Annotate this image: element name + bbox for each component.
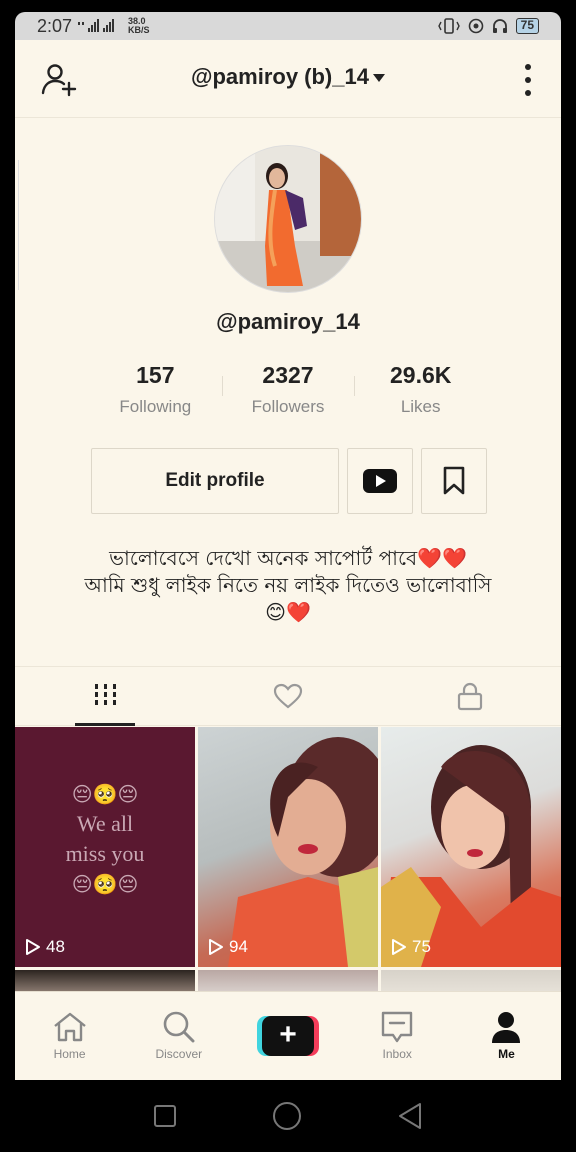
at-icon <box>468 18 483 34</box>
avatar-image <box>215 146 361 292</box>
bio-line: আমি শুধু লাইক নিতে নয় লাইক দিতেও ভালোবা… <box>84 573 492 597</box>
bio-line: ভালোবেসে দেখো অনেক সাপোর্ট পাবে❤️❤️ <box>109 546 467 570</box>
following-count: 157 <box>136 362 175 388</box>
person-icon <box>492 1012 521 1043</box>
nav-create[interactable]: + <box>233 992 342 1080</box>
followers-label: Followers <box>251 397 325 416</box>
nav-home[interactable]: Home <box>15 992 124 1080</box>
video-thumbnail[interactable]: 94 <box>198 727 378 967</box>
profile-tabs <box>15 666 561 726</box>
likes-label: Likes <box>400 397 441 416</box>
more-options-icon[interactable] <box>523 64 533 96</box>
video-thumbnail[interactable] <box>15 970 195 992</box>
favorites-button[interactable] <box>421 448 487 514</box>
status-bar: 2:07 38.0 KB/S 75 <box>15 12 561 40</box>
headphones-icon <box>492 19 507 33</box>
likes-count: 29.6K <box>389 362 452 388</box>
video-thumbnail[interactable] <box>381 970 561 992</box>
battery-indicator: 75 <box>515 18 539 34</box>
play-icon <box>26 939 40 955</box>
profile-stats: 157 Following 2327 Followers 29.6K Likes <box>89 362 487 422</box>
likes-stat[interactable]: 29.6K Likes <box>354 362 487 422</box>
caret-down-icon <box>372 74 385 83</box>
bookmark-icon <box>443 466 465 495</box>
followers-stat[interactable]: 2327 Followers <box>221 362 355 422</box>
nav-inbox[interactable]: Inbox <box>343 992 452 1080</box>
top-bar: @pamiroy (b)_14 <box>15 40 561 118</box>
following-stat[interactable]: 157 Following <box>89 362 222 422</box>
lock-icon <box>457 682 483 711</box>
play-icon <box>392 939 406 955</box>
thumbnail-overlay-text: 😔🥺😔 We all miss you 😔🥺😔 <box>65 782 145 896</box>
youtube-icon <box>363 469 397 493</box>
heart-icon <box>273 683 303 709</box>
view-count: 48 <box>25 937 65 957</box>
avatar[interactable] <box>214 145 362 293</box>
account-switcher[interactable]: @pamiroy (b)_14 <box>15 64 561 90</box>
profile-bio: ভালোবেসে দেখো অনেক সাপোর্ট পাবে❤️❤️ আমি … <box>35 545 541 626</box>
video-thumbnail[interactable] <box>198 970 378 992</box>
nav-discover-label: Discover <box>155 1047 203 1061</box>
edit-profile-button[interactable]: Edit profile <box>91 448 339 514</box>
thumbnail-image <box>228 737 378 967</box>
home-button-icon[interactable] <box>272 1101 302 1131</box>
nav-me-label: Me <box>498 1047 515 1061</box>
nav-discover[interactable]: Discover <box>124 992 233 1080</box>
profile-username: @pamiroy_14 <box>216 309 360 334</box>
plus-icon: + <box>262 1016 314 1056</box>
recents-icon[interactable] <box>153 1104 177 1128</box>
profile-screen: @pamiroy (b)_14 @pamiroy_14 157 Followin… <box>15 40 561 1080</box>
vibrate-icon <box>437 18 460 34</box>
play-icon <box>209 939 223 955</box>
video-thumbnail[interactable]: 75 <box>381 727 561 967</box>
tab-liked[interactable] <box>197 667 379 725</box>
tab-private[interactable] <box>379 667 561 725</box>
followers-count: 2327 <box>262 362 314 388</box>
home-icon <box>53 1012 86 1042</box>
nav-inbox-label: Inbox <box>382 1047 412 1061</box>
inbox-icon <box>382 1011 413 1043</box>
video-grid: 😔🥺😔 We all miss you 😔🥺😔 48 94 75 <box>15 727 561 992</box>
create-button[interactable]: + <box>257 1016 319 1056</box>
phone-screen: 2:07 38.0 KB/S 75 @pamiroy (b)_14 @pamir… <box>0 0 576 1152</box>
system-nav-bar <box>0 1080 576 1152</box>
view-count: 75 <box>391 937 431 957</box>
account-name: @pamiroy (b)_14 <box>191 64 369 89</box>
search-icon <box>163 1011 195 1043</box>
signal-icon <box>78 19 115 32</box>
net-speed: 38.0 KB/S <box>128 16 150 35</box>
following-label: Following <box>119 397 192 416</box>
bio-line: 😊❤️ <box>265 600 311 624</box>
edge-handle <box>18 160 22 290</box>
back-icon[interactable] <box>397 1102 423 1130</box>
nav-me[interactable]: Me <box>452 992 561 1080</box>
status-time: 2:07 <box>37 15 73 36</box>
nav-home-label: Home <box>53 1047 86 1061</box>
bottom-nav: Home Discover + Inbox Me <box>15 991 561 1080</box>
view-count: 94 <box>208 937 248 957</box>
profile-actions: Edit profile <box>91 448 487 514</box>
tab-videos[interactable] <box>15 667 197 726</box>
grid-icon <box>95 684 116 705</box>
video-thumbnail[interactable]: 😔🥺😔 We all miss you 😔🥺😔 48 <box>15 727 195 967</box>
youtube-button[interactable] <box>347 448 413 514</box>
thumbnail-image <box>381 745 561 967</box>
